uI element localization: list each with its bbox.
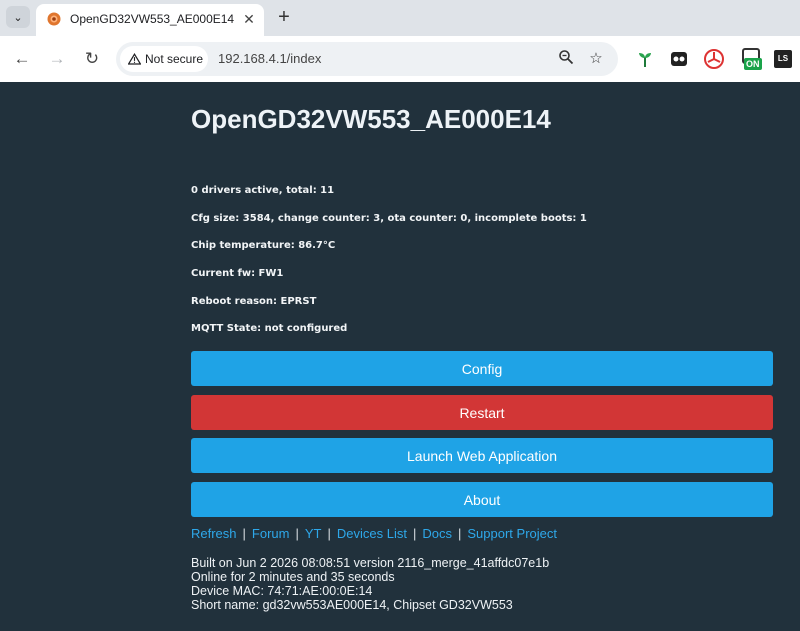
close-tab-icon[interactable]: ✕ [240, 10, 258, 28]
refresh-link[interactable]: Refresh [191, 526, 237, 541]
sprout-extension-icon[interactable] [634, 48, 656, 70]
back-arrow-icon[interactable]: ← [11, 48, 33, 70]
tab-strip: ⌄ OpenGD32VW553_AE000E14 ✕ + [0, 0, 800, 36]
page-title: OpenGD32VW553_AE000E14 [191, 104, 551, 134]
devices-list-link[interactable]: Devices List [337, 526, 407, 541]
forum-link[interactable]: Forum [252, 526, 290, 541]
temperature-info: Chip temperature: 86.7°C [191, 240, 336, 251]
bookmark-star-icon[interactable]: ☆ [586, 49, 606, 69]
gear-favicon-icon [47, 12, 61, 26]
firmware-info: Current fw: FW1 [191, 268, 284, 279]
launch-web-app-button[interactable]: Launch Web Application [191, 438, 773, 473]
mac-address-info: Device MAC: 74:71:AE:00:0E:14 [191, 584, 373, 598]
support-project-link[interactable]: Support Project [467, 526, 557, 541]
short-name-info: Short name: gd32vw553AE000E14, Chipset G… [191, 598, 513, 612]
security-chip[interactable]: Not secure [120, 46, 208, 72]
link-separator: | [457, 526, 462, 541]
url-text[interactable]: 192.168.4.1/index [218, 51, 321, 66]
link-separator: | [295, 526, 299, 541]
on-extension-icon[interactable]: ON [740, 48, 764, 70]
link-separator: | [412, 526, 417, 541]
new-tab-button[interactable]: + [273, 6, 295, 28]
tab-search-button[interactable]: ⌄ [6, 6, 30, 28]
zoom-icon[interactable] [556, 49, 576, 69]
reload-icon[interactable]: ↻ [81, 48, 103, 70]
warning-icon [128, 53, 141, 65]
reboot-reason-info: Reboot reason: EPRST [191, 296, 317, 307]
ls-extension-icon[interactable]: LS [774, 50, 792, 68]
link-separator: | [327, 526, 331, 541]
restart-button[interactable]: Restart [191, 395, 773, 430]
about-button[interactable]: About [191, 482, 773, 517]
build-info: Built on Jun 2 2026 08:08:51 version 211… [191, 556, 550, 570]
active-tab[interactable]: OpenGD32VW553_AE000E14 ✕ [36, 4, 264, 36]
docs-link[interactable]: Docs [422, 526, 452, 541]
chevron-down-icon: ⌄ [13, 11, 23, 24]
config-button[interactable]: Config [191, 351, 773, 386]
tampermonkey-extension-icon[interactable] [668, 48, 690, 70]
security-label: Not secure [145, 52, 204, 66]
uptime-info: Online for 2 minutes and 35 seconds [191, 570, 395, 584]
mqtt-state-info: MQTT State: not configured [191, 323, 348, 334]
tab-title: OpenGD32VW553_AE000E14 [70, 12, 235, 26]
extension-badge: ON [744, 58, 762, 70]
config-info: Cfg size: 3584, change counter: 3, ota c… [191, 213, 587, 224]
address-bar[interactable]: Not secure 192.168.4.1/index ☆ [116, 42, 618, 76]
forward-arrow-icon[interactable]: → [46, 48, 68, 70]
fan-extension-icon[interactable] [703, 48, 725, 70]
drivers-info: 0 drivers active, total: 11 [191, 185, 335, 196]
footer-links: Refresh | Forum | YT | Devices List | Docs | Suppo… [191, 526, 557, 541]
browser-toolbar: ← → ↻ Not secure 192.168.4.1/index ☆ ON … [0, 36, 800, 82]
yt-link[interactable]: YT [305, 526, 322, 541]
magnifier-icon [559, 50, 574, 65]
link-separator: | [242, 526, 246, 541]
